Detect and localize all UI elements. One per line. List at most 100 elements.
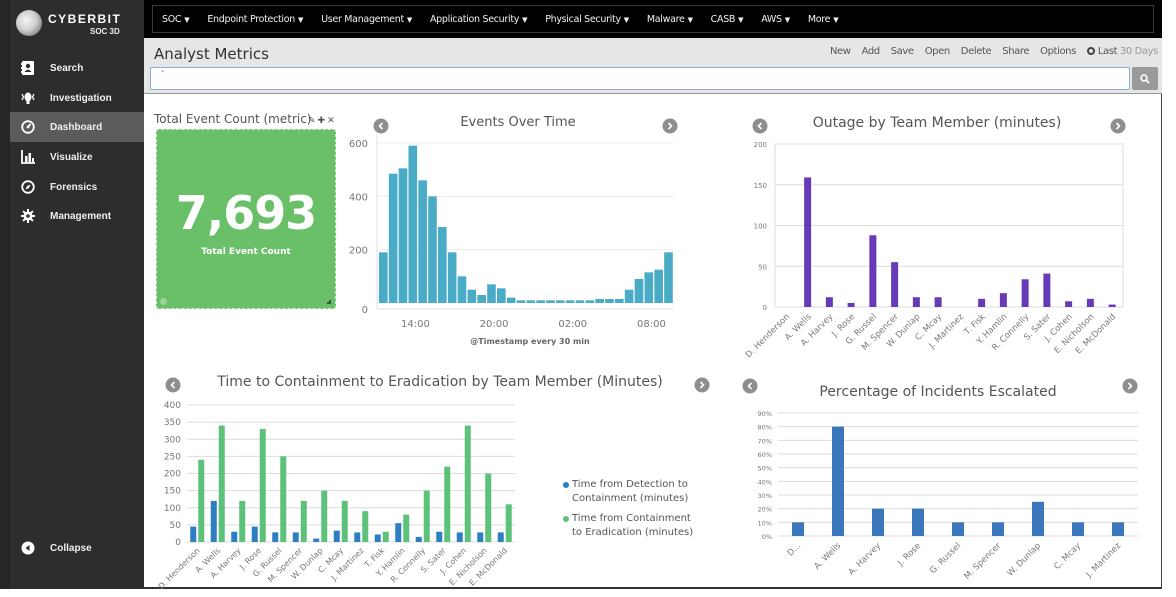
eradication-bar[interactable] [239, 500, 246, 542]
escalated-bar[interactable] [872, 508, 884, 536]
eradication-bar[interactable] [403, 514, 410, 542]
nav-item-endpoint-protection[interactable]: Endpoint Protection ▼ [207, 14, 303, 25]
legend-item-detection[interactable]: Time from Detection to Containment (minu… [563, 478, 702, 506]
event-bar[interactable] [398, 168, 408, 303]
event-bar[interactable] [624, 289, 634, 303]
event-bar[interactable] [585, 300, 595, 303]
detection-bar[interactable] [497, 532, 504, 542]
eradication-bar[interactable] [280, 456, 287, 542]
open-button[interactable]: Open [925, 46, 951, 57]
sidebar-item-search[interactable]: Search [10, 53, 144, 83]
eradication-bar[interactable] [259, 428, 266, 542]
resize-handle-icon[interactable] [327, 300, 331, 304]
eradication-bar[interactable] [300, 500, 307, 542]
detection-bar[interactable] [231, 531, 238, 542]
prev-chart-button[interactable] [373, 118, 389, 134]
event-bar[interactable] [457, 276, 467, 303]
event-bar[interactable] [615, 299, 624, 303]
event-bar[interactable] [595, 299, 604, 303]
detection-bar[interactable] [374, 534, 381, 542]
prev-chart-button[interactable] [752, 118, 768, 134]
detection-bar[interactable] [190, 526, 197, 542]
event-bar[interactable] [447, 252, 457, 303]
event-bar[interactable] [664, 252, 673, 303]
detection-bar[interactable] [354, 532, 361, 542]
nav-item-soc[interactable]: SOC ▼ [162, 14, 190, 25]
add-button[interactable]: Add [862, 46, 881, 57]
event-bar[interactable] [565, 300, 575, 303]
escalated-bar[interactable] [792, 522, 804, 536]
eradication-bar[interactable] [444, 466, 451, 542]
event-bar[interactable] [418, 180, 427, 303]
outage-bar[interactable] [978, 298, 986, 307]
prev-chart-button[interactable] [165, 377, 181, 393]
next-chart-button[interactable] [1122, 378, 1138, 394]
nav-item-malware[interactable]: Malware ▼ [647, 14, 693, 25]
event-bar[interactable] [467, 289, 477, 303]
escalated-bar[interactable] [832, 426, 844, 536]
event-bar[interactable] [546, 300, 555, 303]
next-chart-button[interactable] [662, 118, 678, 134]
detection-bar[interactable] [210, 500, 217, 542]
next-chart-button[interactable] [694, 377, 710, 393]
sidebar-item-visualize[interactable]: Visualize [10, 142, 144, 172]
eradication-bar[interactable] [321, 490, 328, 542]
collapse-button[interactable]: Collapse [10, 533, 144, 563]
detection-bar[interactable] [456, 532, 463, 542]
outage-bar[interactable] [912, 297, 920, 307]
outage-bar[interactable] [825, 297, 833, 307]
sidebar-item-investigation[interactable]: Investigation [10, 83, 144, 113]
sidebar-item-dashboard[interactable]: Dashboard [10, 112, 144, 142]
outage-bar[interactable] [1086, 298, 1094, 307]
eradication-bar[interactable] [464, 425, 471, 542]
eradication-bar[interactable] [341, 500, 348, 542]
outage-bar[interactable] [1108, 304, 1116, 307]
detection-bar[interactable] [477, 532, 484, 542]
outage-bar[interactable] [847, 302, 855, 307]
escalated-bar[interactable] [952, 522, 964, 536]
search-button[interactable] [1132, 67, 1158, 90]
prev-chart-button[interactable] [742, 378, 758, 394]
legend-item-eradication[interactable]: Time from Containment to Eradication (mi… [563, 512, 702, 540]
delete-button[interactable]: Delete [961, 46, 992, 57]
nav-item-application-security[interactable]: Application Security ▼ [430, 14, 528, 25]
eradication-bar[interactable] [198, 459, 205, 542]
event-bar[interactable] [388, 173, 398, 303]
eradication-bar[interactable] [382, 531, 389, 542]
outage-bar[interactable] [1021, 279, 1029, 307]
detection-bar[interactable] [292, 532, 299, 542]
outage-bar[interactable] [999, 293, 1007, 307]
detection-bar[interactable] [272, 532, 279, 542]
eradication-bar[interactable] [505, 504, 512, 542]
event-bar[interactable] [379, 252, 388, 303]
event-bar[interactable] [487, 284, 496, 303]
nav-item-aws[interactable]: AWS ▼ [761, 14, 790, 25]
sidebar-item-forensics[interactable]: Forensics [10, 172, 144, 202]
outage-bar[interactable] [869, 235, 877, 307]
nav-item-physical-security[interactable]: Physical Security ▼ [545, 14, 629, 25]
detection-bar[interactable] [436, 531, 443, 542]
detection-bar[interactable] [395, 523, 402, 542]
escalated-bar[interactable] [1072, 522, 1084, 536]
event-bar[interactable] [526, 300, 536, 303]
move-icon[interactable]: ✚ [318, 115, 328, 125]
eradication-bar[interactable] [485, 473, 492, 543]
detection-bar[interactable] [251, 526, 258, 542]
logo[interactable]: CYBERBIT SOC 3D [14, 6, 144, 42]
search-input[interactable]: ` [150, 67, 1130, 90]
event-bar[interactable] [644, 272, 654, 303]
nav-item-casb[interactable]: CASB ▼ [711, 14, 744, 25]
event-bar[interactable] [536, 300, 545, 303]
outage-bar[interactable] [891, 262, 899, 307]
new-button[interactable]: New [830, 46, 851, 57]
options-button[interactable]: Options [1040, 46, 1076, 57]
legend-toggle-icon[interactable] [160, 298, 167, 305]
escalated-bar[interactable] [912, 508, 924, 536]
event-bar[interactable] [516, 300, 526, 303]
event-bar[interactable] [438, 227, 447, 303]
time-picker[interactable]: Last 30 Days [1086, 46, 1158, 57]
event-bar[interactable] [477, 295, 486, 303]
detection-bar[interactable] [313, 538, 320, 542]
event-bar[interactable] [408, 145, 418, 303]
sidebar-item-management[interactable]: Management [10, 201, 144, 231]
